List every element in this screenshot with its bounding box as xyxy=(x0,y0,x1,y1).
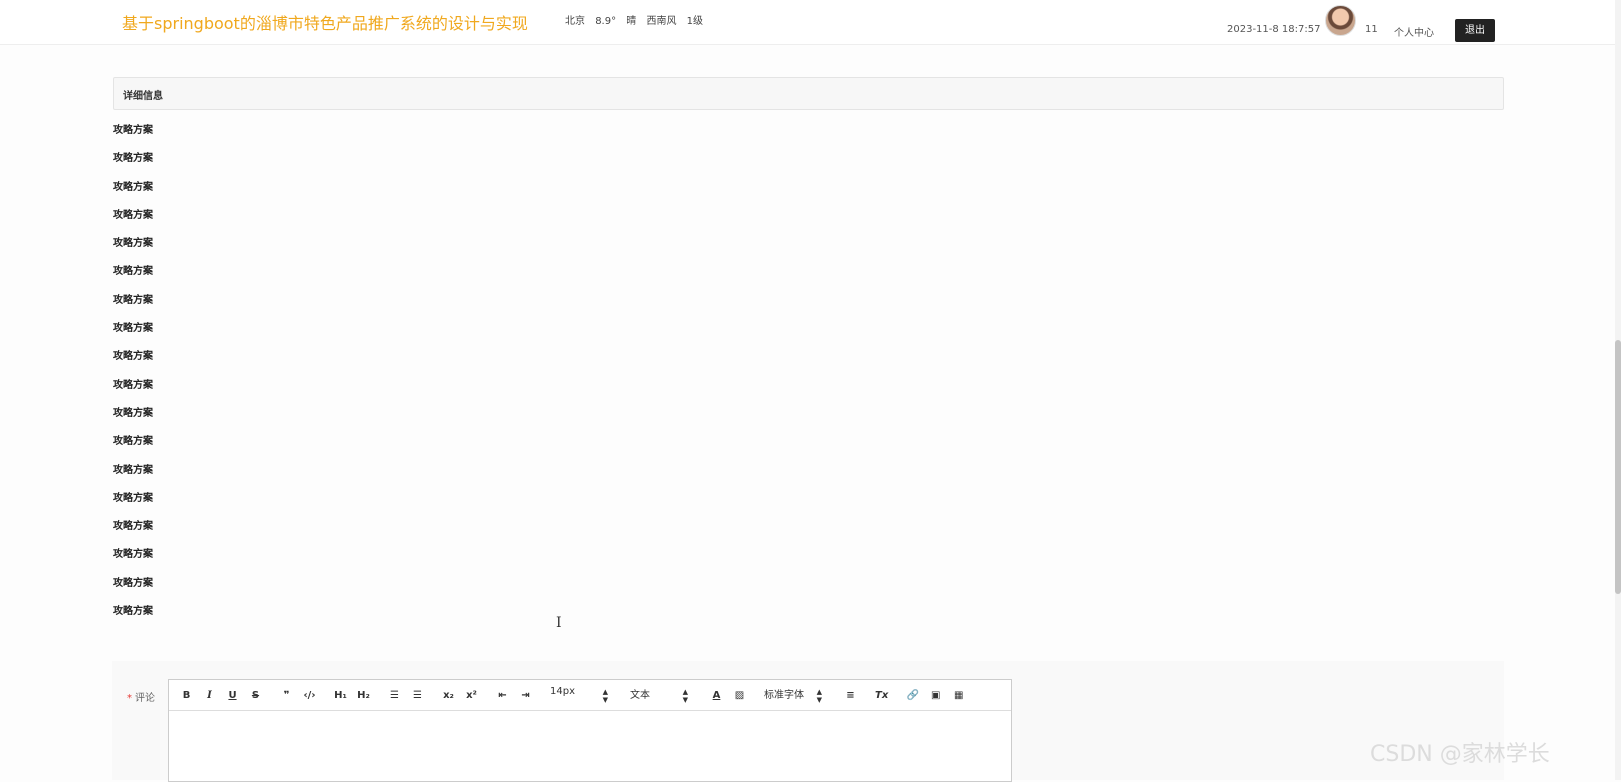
select-arrow-icon: ▲ ▼ xyxy=(816,688,822,704)
comment-label-text: 评论 xyxy=(135,693,155,704)
detail-line: 攻略方案 xyxy=(113,606,153,618)
detail-content: 攻略方案 攻略方案 攻略方案 攻略方案 攻略方案 攻略方案 攻略方案 攻略方案 … xyxy=(113,120,153,629)
h2-button[interactable]: H₂ xyxy=(357,690,370,701)
quote-button[interactable]: ❞ xyxy=(280,690,293,701)
detail-line: 攻略方案 xyxy=(113,209,153,221)
video-button[interactable]: ▦ xyxy=(952,690,965,701)
logout-button[interactable]: 退出 xyxy=(1455,19,1495,42)
font-size-value: 14px xyxy=(550,686,575,697)
clear-format-button[interactable]: Tx xyxy=(875,690,888,701)
strike-button[interactable]: S xyxy=(249,690,262,701)
detail-line: 攻略方案 xyxy=(113,238,153,250)
subscript-button[interactable]: x₂ xyxy=(442,690,455,701)
superscript-button[interactable]: x² xyxy=(465,690,478,701)
background-color-button[interactable]: ▨ xyxy=(733,690,746,701)
watermark: CSDN @家林学长 xyxy=(1370,742,1550,767)
link-button[interactable]: 🔗 xyxy=(906,690,919,701)
weather-condition: 晴 xyxy=(626,16,637,27)
required-mark: * xyxy=(127,693,132,704)
font-color-button[interactable]: A xyxy=(710,690,723,701)
scrollbar-thumb[interactable] xyxy=(1615,340,1621,594)
detail-line: 攻略方案 xyxy=(113,379,153,391)
detail-line: 攻略方案 xyxy=(113,125,153,136)
detail-line: 攻略方案 xyxy=(113,492,153,504)
personal-center-link[interactable]: 个人中心 xyxy=(1394,24,1434,39)
outdent-button[interactable]: ⇤ xyxy=(496,690,509,701)
align-button[interactable]: ≡ xyxy=(844,690,857,701)
current-datetime: 2023-11-8 18:7:57 xyxy=(1227,24,1321,35)
detail-line: 攻略方案 xyxy=(113,464,153,476)
text-type-select[interactable]: 文本 ▲ ▼ xyxy=(630,686,688,704)
weather-widget: 北京 8.9° 晴 西南风 1级 xyxy=(565,12,710,27)
font-size-select[interactable]: 14px ▲ ▼ xyxy=(550,686,608,704)
detail-line: 攻略方案 xyxy=(113,266,153,278)
weather-level: 1级 xyxy=(686,16,704,27)
page-scrollbar[interactable] xyxy=(1615,0,1621,780)
image-button[interactable]: ▣ xyxy=(929,690,942,701)
h1-button[interactable]: H₁ xyxy=(334,690,347,701)
weather-city: 北京 xyxy=(565,16,585,27)
detail-line: 攻略方案 xyxy=(113,521,153,533)
rich-text-editor: B I U S ❞ ‹/› H₁ H₂ ☰ ☰ x₂ x² ⇤ ⇥ 14px ▲ ▼… xyxy=(168,679,1012,782)
detail-section-header: 详细信息 xyxy=(113,77,1504,110)
code-button[interactable]: ‹/› xyxy=(303,690,316,701)
italic-button[interactable]: I xyxy=(203,690,216,701)
detail-line: 攻略方案 xyxy=(113,436,153,448)
site-title[interactable]: 基于springboot的淄博市特色产品推广系统的设计与实现 xyxy=(122,10,528,34)
comment-editor-input[interactable] xyxy=(169,711,1011,781)
detail-line: 攻略方案 xyxy=(113,549,153,561)
detail-line: 攻略方案 xyxy=(113,294,153,306)
text-cursor-icon: I xyxy=(556,615,562,631)
top-navbar: 基于springboot的淄博市特色产品推广系统的设计与实现 北京 8.9° 晴… xyxy=(0,0,1621,45)
weather-temperature: 8.9° xyxy=(595,16,617,27)
detail-line: 攻略方案 xyxy=(113,323,153,335)
detail-line: 攻略方案 xyxy=(113,351,153,363)
bullet-list-button[interactable]: ☰ xyxy=(411,690,424,701)
indent-button[interactable]: ⇥ xyxy=(519,690,532,701)
select-arrow-icon: ▲ ▼ xyxy=(682,688,688,704)
bold-button[interactable]: B xyxy=(180,690,193,701)
detail-section-title: 详细信息 xyxy=(123,91,163,102)
text-type-value: 文本 xyxy=(630,690,650,701)
username: 11 xyxy=(1365,24,1378,35)
editor-toolbar: B I U S ❞ ‹/› H₁ H₂ ☰ ☰ x₂ x² ⇤ ⇥ 14px ▲ ▼… xyxy=(169,680,1011,711)
detail-line: 攻略方案 xyxy=(113,153,153,165)
font-family-value: 标准字体 xyxy=(764,690,804,701)
detail-line: 攻略方案 xyxy=(113,577,153,589)
comment-label: * 评论 xyxy=(127,689,155,704)
select-arrow-icon: ▲ ▼ xyxy=(602,688,608,704)
comment-form: * 评论 B I U S ❞ ‹/› H₁ H₂ ☰ ☰ x₂ x² ⇤ ⇥ 14… xyxy=(112,661,1504,782)
font-family-select[interactable]: 标准字体 ▲ ▼ xyxy=(764,686,822,704)
ordered-list-button[interactable]: ☰ xyxy=(388,690,401,701)
user-avatar[interactable] xyxy=(1325,5,1356,36)
underline-button[interactable]: U xyxy=(226,690,239,701)
detail-line: 攻略方案 xyxy=(113,407,153,419)
weather-wind: 西南风 xyxy=(646,16,677,27)
detail-line: 攻略方案 xyxy=(113,181,153,193)
